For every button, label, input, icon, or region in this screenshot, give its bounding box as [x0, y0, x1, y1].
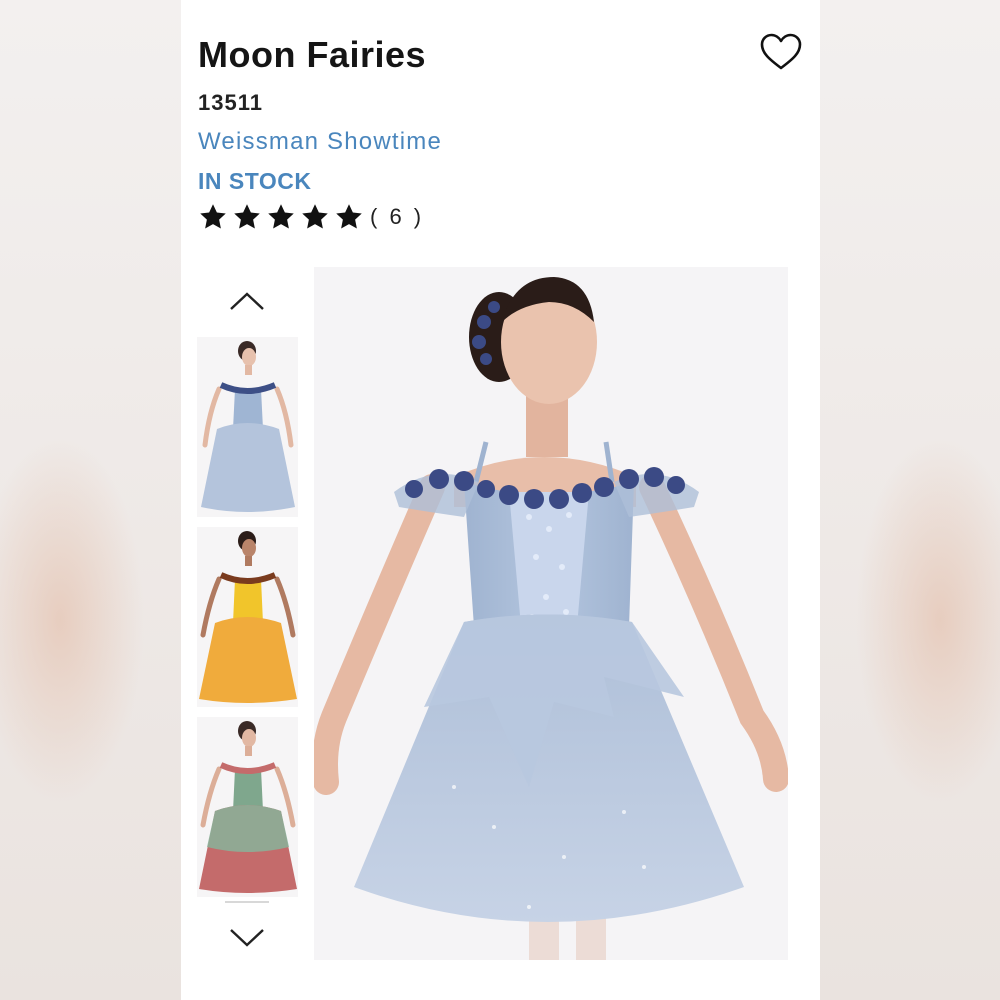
chevron-up-icon[interactable] [227, 288, 267, 314]
star-icon [268, 204, 294, 229]
thumbnail-image-blue [201, 341, 295, 512]
thumbnail-divider [225, 901, 269, 903]
gallery-thumbnail[interactable] [197, 337, 298, 517]
star-icon [234, 204, 260, 229]
gallery-thumbnail[interactable] [197, 527, 298, 707]
main-product-image[interactable] [314, 267, 788, 960]
heart-outline-icon[interactable] [759, 32, 803, 72]
brand-link[interactable]: Weissman Showtime [198, 128, 442, 156]
rating-summary[interactable]: ( 6 ) [198, 200, 424, 234]
product-title: Moon Fairies [198, 34, 427, 75]
chevron-down-icon[interactable] [227, 925, 267, 951]
stock-status: IN STOCK [198, 168, 312, 194]
thumbnail-image-yellow [199, 531, 297, 703]
thumbnail-image-green [199, 721, 297, 893]
product-panel: Moon Fairies 13511 Weissman Showtime IN … [181, 0, 820, 1000]
star-icon [200, 204, 226, 229]
product-photo-dancer [314, 277, 788, 960]
star-icon [302, 204, 328, 229]
gallery-thumbnail[interactable] [197, 717, 298, 897]
star-icon [336, 204, 362, 229]
product-sku: 13511 [198, 90, 263, 115]
review-count: ( 6 ) [370, 204, 425, 229]
